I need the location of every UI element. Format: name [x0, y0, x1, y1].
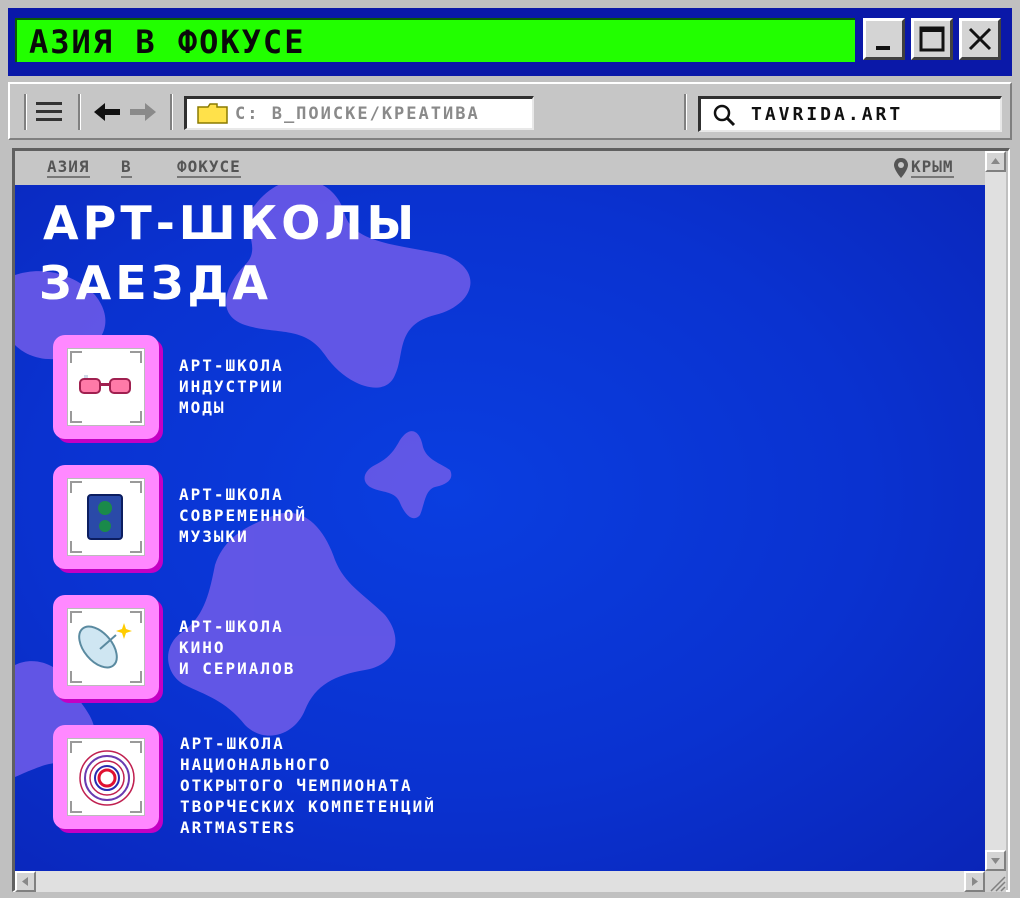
toolbar-separator: [24, 94, 27, 130]
headline-line-2: ЗАЕЗДА: [39, 256, 272, 310]
toolbar-separator: [684, 94, 687, 130]
search-icon: [713, 104, 736, 127]
speaker-icon: [87, 494, 123, 540]
toolbar-separator: [170, 94, 173, 130]
arrow-up-icon: [991, 158, 1000, 164]
location-pin-icon: [894, 158, 908, 178]
nav-link-focus[interactable]: ФОКУСЕ: [177, 158, 241, 178]
resize-grip[interactable]: [985, 871, 1006, 892]
nav-link-v[interactable]: В: [121, 158, 132, 178]
vertical-scrollbar[interactable]: [985, 151, 1006, 871]
target-rings-icon: [79, 750, 135, 806]
title-field: АЗИЯ В ФОКУСЕ: [15, 18, 855, 62]
site-nav: АЗИЯ В ФОКУСЕ КРЫМ: [15, 151, 985, 185]
headline-line-1: АРТ-ШКОЛЫ: [43, 196, 419, 250]
card-icon-frame: [67, 348, 145, 426]
school-label-artmasters[interactable]: АРТ-ШКОЛА НАЦИОНАЛЬНОГО ОТКРЫТОГО ЧЕМПИО…: [180, 733, 436, 838]
card-icon-frame: [67, 478, 145, 556]
search-value: TAVRIDA.ART: [751, 104, 904, 125]
school-label-fashion[interactable]: АРТ-ШКОЛА ИНДУСТРИИ МОДЫ: [179, 355, 284, 418]
location-link[interactable]: КРЫМ: [911, 158, 954, 178]
address-path: C: В_ПОИСКЕ/КРЕАТИВА: [235, 104, 480, 124]
minimize-button[interactable]: [863, 18, 905, 60]
school-card-music[interactable]: [53, 465, 159, 569]
horizontal-scrollbar[interactable]: [15, 871, 985, 892]
content-frame: АЗИЯ В ФОКУСЕ КРЫМ АРТ-ШКОЛЫ ЗАЕЗДА АРТ-…: [12, 148, 1010, 892]
scroll-down-button[interactable]: [985, 850, 1006, 871]
title-bar: АЗИЯ В ФОКУСЕ: [8, 8, 1012, 76]
arrow-down-icon: [991, 858, 1000, 864]
close-button[interactable]: [959, 18, 1001, 60]
satellite-dish-icon: [78, 623, 132, 669]
scroll-left-button[interactable]: [15, 871, 36, 892]
back-arrow-icon[interactable]: [92, 100, 122, 124]
maximize-button[interactable]: [911, 18, 953, 60]
menu-icon[interactable]: [36, 100, 64, 124]
scroll-right-button[interactable]: [964, 871, 985, 892]
search-input[interactable]: TAVRIDA.ART: [698, 96, 1002, 132]
card-icon-frame: [67, 738, 145, 816]
page-viewport: АРТ-ШКОЛЫ ЗАЕЗДА АРТ-ШКОЛА ИНДУСТРИИ МОД…: [15, 185, 985, 871]
minimize-icon: [876, 46, 890, 50]
maximize-icon: [919, 26, 945, 52]
arrow-left-icon: [22, 877, 28, 886]
arrow-right-icon: [972, 877, 978, 886]
folder-icon: [197, 103, 228, 124]
forward-arrow-icon[interactable]: [128, 100, 158, 124]
close-icon: [968, 27, 992, 51]
browser-window: АЗИЯ В ФОКУСЕ C: В_ПОИСКЕ/КРЕАТИВА TAVRI…: [0, 0, 1020, 898]
window-title: АЗИЯ В ФОКУСЕ: [29, 23, 306, 61]
address-bar[interactable]: C: В_ПОИСКЕ/КРЕАТИВА: [184, 96, 534, 130]
card-icon-frame: [67, 608, 145, 686]
school-card-artmasters[interactable]: [53, 725, 159, 829]
toolbar: C: В_ПОИСКЕ/КРЕАТИВА TAVRIDA.ART: [8, 82, 1012, 140]
toolbar-separator: [78, 94, 81, 130]
nav-link-asia[interactable]: АЗИЯ: [47, 158, 90, 178]
school-card-fashion[interactable]: [53, 335, 159, 439]
school-label-cinema[interactable]: АРТ-ШКОЛА КИНО И СЕРИАЛОВ: [179, 616, 295, 679]
sunglasses-icon: [79, 375, 131, 394]
school-label-music[interactable]: АРТ-ШКОЛА СОВРЕМЕННОЙ МУЗЫКИ: [179, 484, 307, 547]
scroll-up-button[interactable]: [985, 151, 1006, 172]
school-card-cinema[interactable]: [53, 595, 159, 699]
resize-grip-icon: [990, 876, 1006, 892]
